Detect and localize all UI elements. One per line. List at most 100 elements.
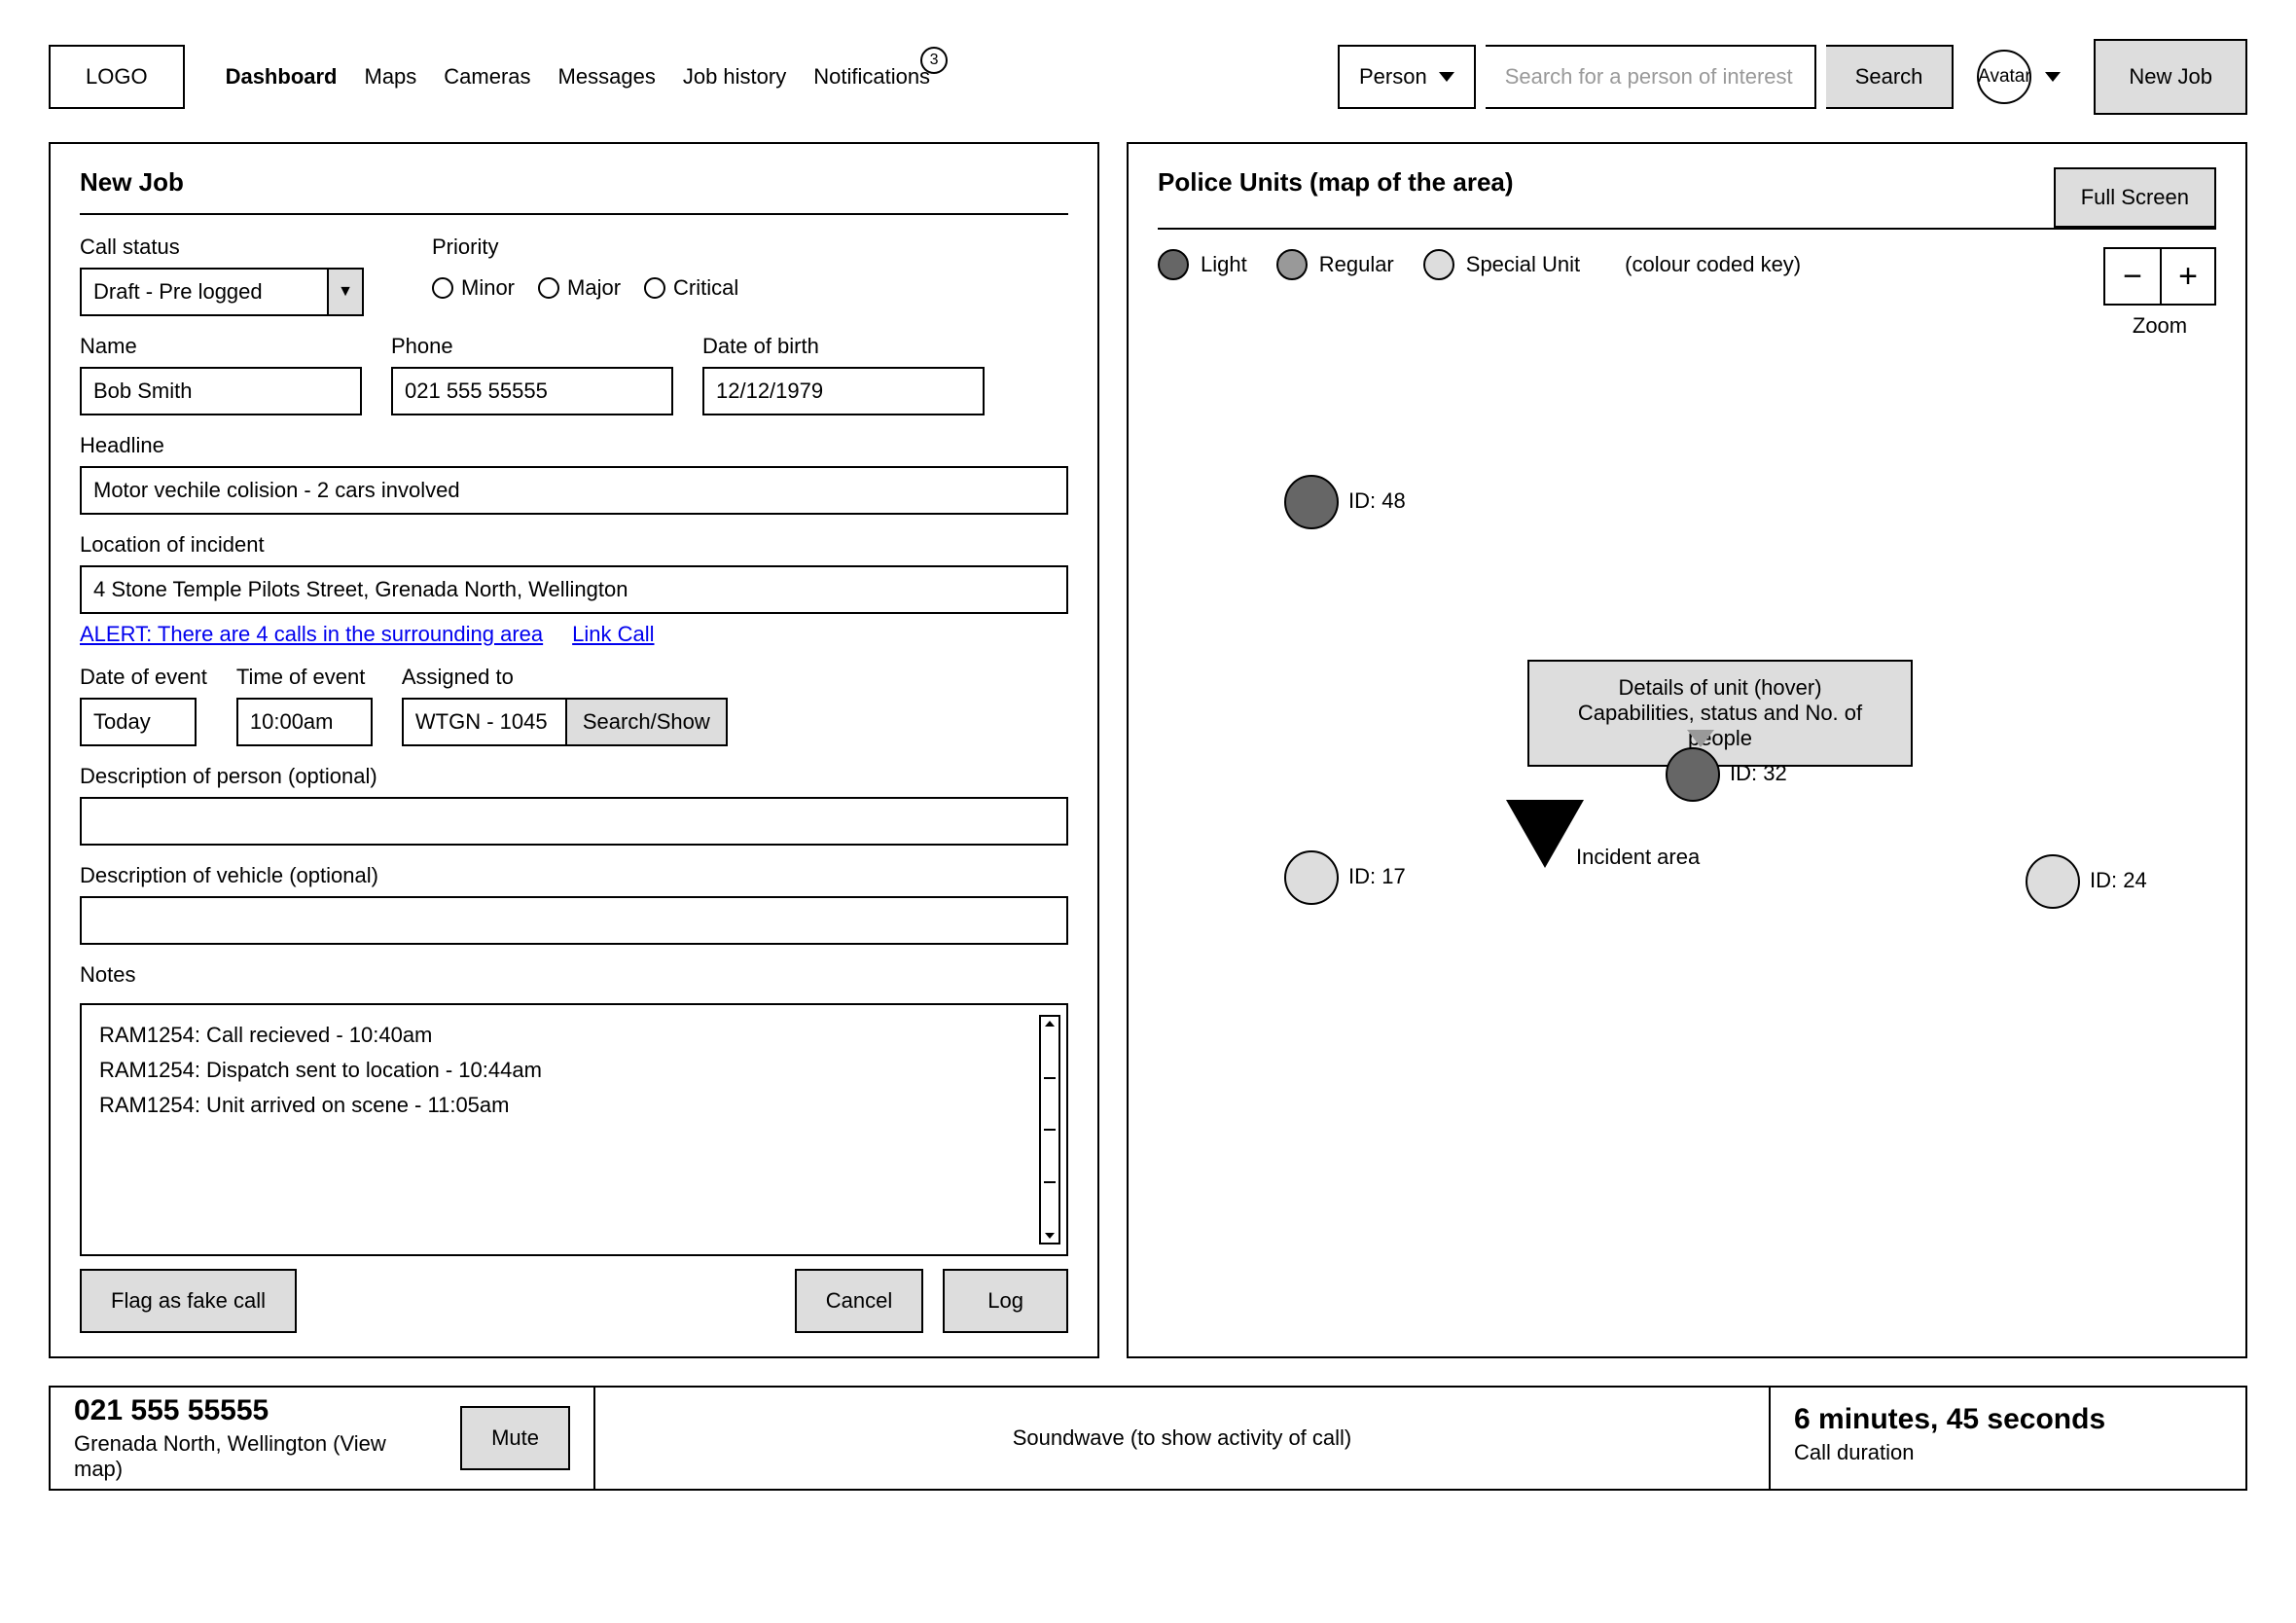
divider [1158,228,2216,230]
legend-special: Special Unit [1423,249,1580,280]
search-button[interactable]: Search [1826,45,1955,109]
map-area[interactable]: ID: 48 Details of unit (hover) Capabilit… [1158,290,2216,1263]
phone-input[interactable] [391,367,673,415]
location-input[interactable] [80,565,1068,614]
notes-textarea[interactable]: RAM1254: Call recieved - 10:40am RAM1254… [80,1003,1068,1256]
tooltip-line2: Capabilities, status and No. of people [1549,701,1891,751]
chevron-down-icon [1439,72,1454,82]
unit-label-48: ID: 48 [1348,488,1406,514]
priority-critical-radio[interactable]: Critical [644,275,738,301]
scroll-tick-icon [1044,1129,1056,1131]
nav-notifications[interactable]: Notifications 3 [813,64,930,90]
nav-notifications-label: Notifications [813,64,930,89]
logo: LOGO [49,45,185,109]
flag-fake-call-button[interactable]: Flag as fake call [80,1269,297,1333]
time-event-input[interactable] [236,698,373,746]
mute-button[interactable]: Mute [460,1406,570,1470]
main-nav: Dashboard Maps Cameras Messages Job hist… [226,64,930,90]
legend-note: (colour coded key) [1625,252,1801,277]
select-arrow-icon: ▼ [329,268,364,316]
footer-location[interactable]: Grenada North, Wellington (View map) [74,1431,437,1482]
time-event-label: Time of event [236,665,373,690]
headline-input[interactable] [80,466,1068,515]
assigned-input[interactable] [402,698,567,746]
unit-marker-24[interactable] [2026,854,2080,909]
scroll-tick-icon [1044,1077,1056,1079]
legend-light-label: Light [1201,252,1247,277]
incident-label: Incident area [1576,845,1700,870]
divider [80,213,1068,215]
priority-major-radio[interactable]: Major [538,275,621,301]
phone-label: Phone [391,334,673,359]
nav-messages[interactable]: Messages [558,64,656,90]
call-status-label: Call status [80,234,364,260]
legend-circle-icon [1423,249,1454,280]
unit-label-24: ID: 24 [2090,868,2147,893]
unit-marker-48[interactable] [1284,475,1339,529]
search-input[interactable] [1486,45,1816,109]
cancel-button[interactable]: Cancel [795,1269,923,1333]
desc-vehicle-input[interactable] [80,896,1068,945]
notes-line: RAM1254: Unit arrived on scene - 11:05am [99,1093,1049,1118]
header-right: Person Search Avatar New Job [1338,39,2247,115]
map-legend: Light Regular Special Unit (colour coded… [1158,249,2216,280]
scroll-down-icon [1045,1233,1055,1239]
call-status-select[interactable]: Draft - Pre logged ▼ [80,268,364,316]
unit-label-17: ID: 17 [1348,864,1406,889]
scrollbar[interactable] [1039,1015,1060,1244]
unit-tooltip: Details of unit (hover) Capabilities, st… [1527,660,1913,767]
notifications-badge: 3 [920,47,948,74]
main-content: New Job Call status Draft - Pre logged ▼… [49,142,2247,1358]
unit-marker-17[interactable] [1284,850,1339,905]
form-actions: Flag as fake call Cancel Log [80,1269,1068,1333]
duration-value: 6 minutes, 45 seconds [1794,1403,2222,1436]
alert-link[interactable]: ALERT: There are 4 calls in the surround… [80,622,543,647]
map-panel: Police Units (map of the area) Full Scre… [1127,142,2247,1358]
footer-phone: 021 555 55555 [74,1394,437,1427]
duration-label: Call duration [1794,1440,2222,1465]
map-title: Police Units (map of the area) [1158,167,1514,198]
incident-marker-icon[interactable] [1506,800,1584,868]
unit-marker-32[interactable] [1666,747,1720,802]
tooltip-line1: Details of unit (hover) [1549,675,1891,701]
name-input[interactable] [80,367,362,415]
nav-job-history[interactable]: Job history [683,64,786,90]
assigned-search-button[interactable]: Search/Show [567,698,728,746]
dob-label: Date of birth [702,334,985,359]
log-button[interactable]: Log [943,1269,1068,1333]
unit-label-32: ID: 32 [1730,761,1787,786]
avatar[interactable]: Avatar [1977,50,2031,104]
assigned-label: Assigned to [402,665,728,690]
legend-special-label: Special Unit [1466,252,1580,277]
header-bar: LOGO Dashboard Maps Cameras Messages Job… [49,39,2247,115]
legend-regular-label: Regular [1319,252,1394,277]
fullscreen-button[interactable]: Full Screen [2054,167,2216,228]
desc-person-input[interactable] [80,797,1068,846]
dob-input[interactable] [702,367,985,415]
tooltip-pointer-icon [1687,730,1714,747]
desc-person-label: Description of person (optional) [80,764,1068,789]
priority-minor-radio[interactable]: Minor [432,275,515,301]
legend-regular: Regular [1276,249,1394,280]
legend-light: Light [1158,249,1247,280]
date-event-input[interactable] [80,698,197,746]
avatar-dropdown-icon[interactable] [2045,72,2061,82]
footer-caller: 021 555 55555 Grenada North, Wellington … [51,1388,595,1489]
location-label: Location of incident [80,532,1068,558]
panel-title: New Job [80,167,1068,198]
search-type-select[interactable]: Person [1338,45,1476,109]
priority-critical-label: Critical [673,275,738,301]
priority-minor-label: Minor [461,275,515,301]
search-type-label: Person [1359,64,1427,90]
nav-dashboard[interactable]: Dashboard [226,64,338,90]
new-job-button[interactable]: New Job [2094,39,2247,115]
radio-icon [432,277,453,299]
nav-cameras[interactable]: Cameras [444,64,530,90]
nav-maps[interactable]: Maps [365,64,417,90]
priority-label: Priority [432,234,738,260]
link-call-link[interactable]: Link Call [572,622,654,647]
name-label: Name [80,334,362,359]
call-footer: 021 555 55555 Grenada North, Wellington … [49,1386,2247,1491]
scroll-tick-icon [1044,1181,1056,1183]
new-job-panel: New Job Call status Draft - Pre logged ▼… [49,142,1099,1358]
